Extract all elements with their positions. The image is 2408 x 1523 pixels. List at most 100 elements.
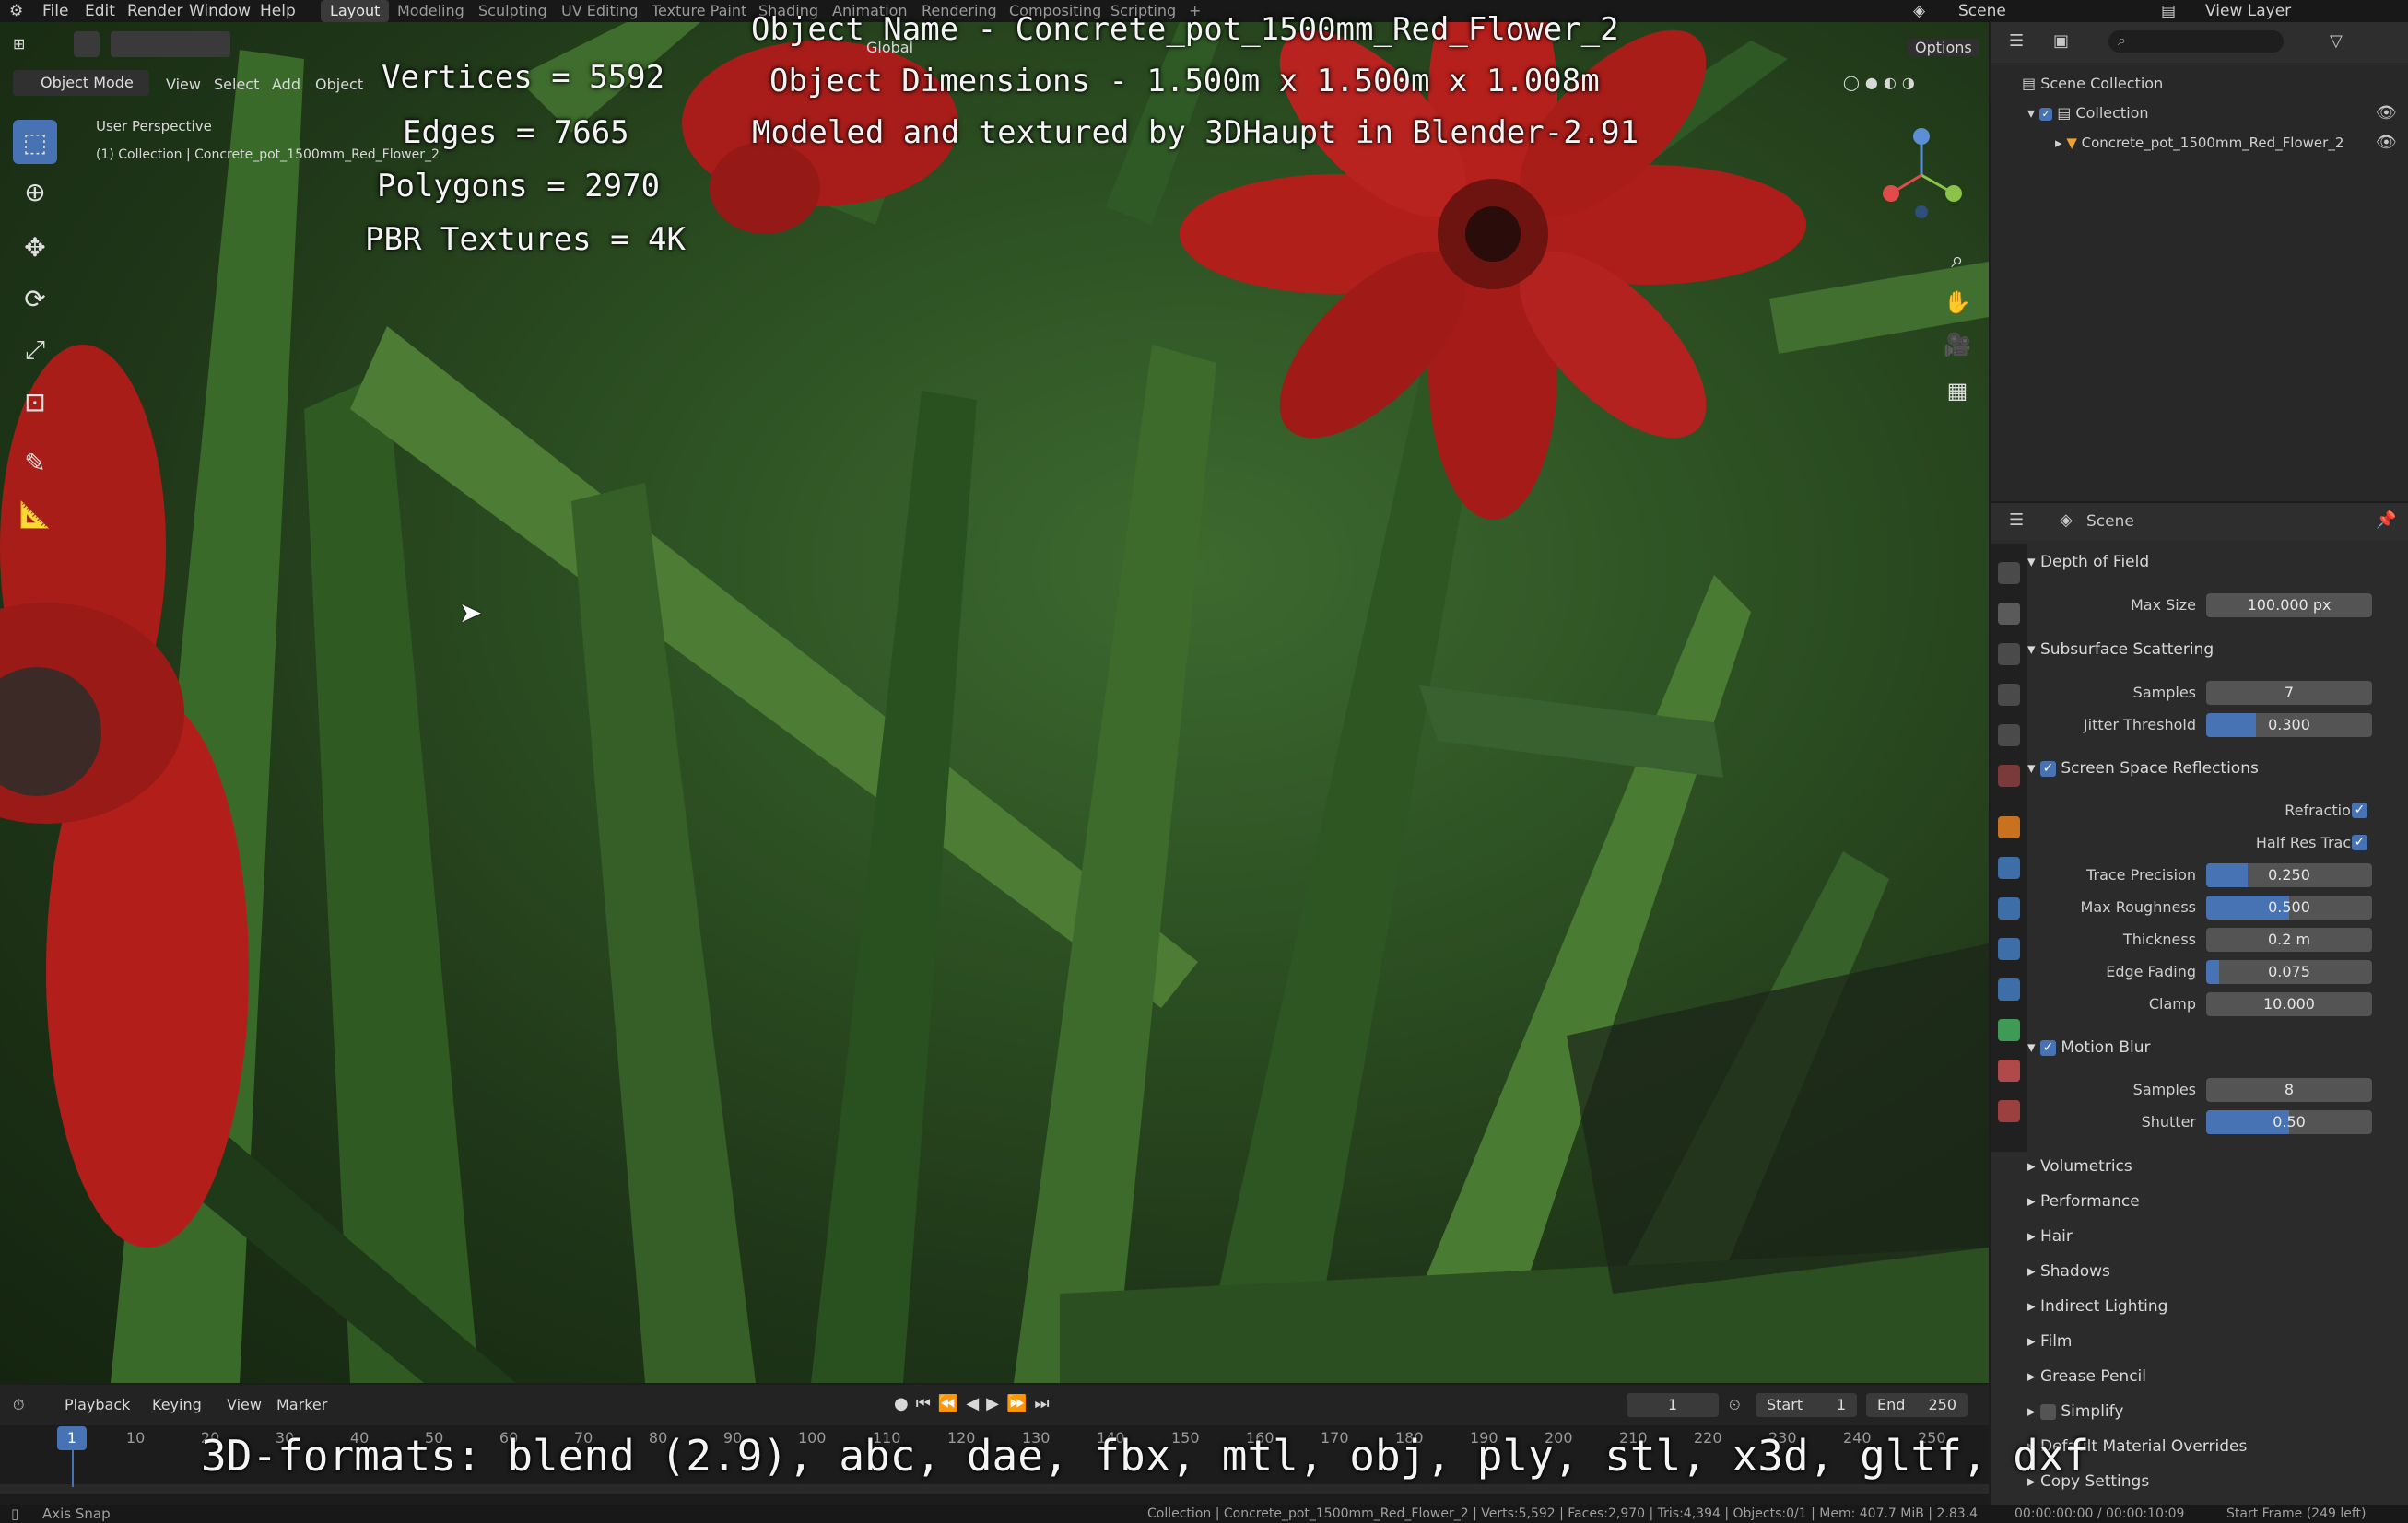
max-size-field[interactable]: 100.000 px [2206,593,2372,617]
view-layer-name[interactable]: View Layer [2205,0,2291,22]
section-subsurface-scattering[interactable]: ▾ Subsurface Scattering [2027,637,2214,662]
pan-hand-icon[interactable]: ✋ [1935,280,1979,324]
section-film[interactable]: ▸ Film [2027,1329,2073,1354]
section-motion-blur[interactable]: ▾ ✓ Motion Blur [2027,1035,2151,1060]
visibility-eye-icon[interactable]: 👁 [2376,133,2397,152]
edge-fading-slider[interactable]: 0.075 [2206,960,2372,984]
scene-icon[interactable]: ◈ [1913,0,1925,22]
mb-samples-field[interactable]: 8 [2206,1078,2372,1102]
object-tab-icon[interactable] [1998,816,2020,838]
tab-modeling[interactable]: Modeling [397,0,464,22]
editor-type-icon[interactable]: ⊞ [13,35,25,53]
object-mode-dropdown[interactable]: Object Mode [13,70,149,96]
refraction-checkbox[interactable]: ✓ [2352,803,2367,818]
collection-checkbox[interactable]: ✓ [2039,107,2053,121]
jitter-threshold-slider[interactable]: 0.300 [2206,713,2372,737]
section-simplify[interactable]: ▸ Simplify [2027,1399,2123,1424]
data-tab-icon[interactable] [1998,1019,2020,1041]
tool-tab-icon[interactable] [1998,562,2020,584]
rotate-tool-icon[interactable]: ⟳ [13,276,57,321]
camera-icon[interactable]: 🎥 [1935,322,1979,367]
output-tab-icon[interactable] [1998,643,2020,665]
section-screen-space-reflections[interactable]: ▾ ✓ Screen Space Reflections [2027,756,2259,781]
max-roughness-slider[interactable]: 0.500 [2206,896,2372,920]
clamp-field[interactable]: 10.000 [2206,992,2372,1016]
section-hair[interactable]: ▸ Hair [2027,1224,2073,1249]
outliner-search-input[interactable]: ⌕ [2108,30,2284,53]
material-tab-icon[interactable] [1998,1060,2020,1082]
physics-tab-icon[interactable] [1998,938,2020,960]
viewport-menu-select[interactable]: Select [214,76,259,93]
sss-samples-field[interactable]: 7 [2206,681,2372,705]
keying-menu[interactable]: Keying [152,1396,202,1413]
expand-arrow-icon[interactable]: ▸ [2055,135,2066,151]
menu-window[interactable]: Window [189,0,251,22]
move-tool-icon[interactable]: ✥ [13,225,57,269]
menu-help[interactable]: Help [260,0,296,22]
expand-arrow-icon[interactable]: ▾ [2027,104,2039,122]
timeline-editor-icon[interactable]: ⏱ [13,1396,24,1414]
tab-layout[interactable]: Layout [321,0,390,22]
section-volumetrics[interactable]: ▸ Volumetrics [2027,1154,2132,1179]
current-frame-field[interactable]: 1 [1627,1393,1719,1417]
modifier-tab-icon[interactable] [1998,857,2020,879]
menu-edit[interactable]: Edit [85,0,115,22]
section-indirect-lighting[interactable]: ▸ Indirect Lighting [2027,1294,2167,1319]
select-tool-icon[interactable]: ⬚ [13,120,57,164]
visibility-eye-icon[interactable]: 👁 [2376,103,2397,123]
outliner-row-object[interactable]: ▸ ▼ Concrete_pot_1500mm_Red_Flower_2 [1991,129,2343,157]
filter-icon[interactable]: ▽ [2330,31,2343,51]
section-depth-of-field[interactable]: ▾ Depth of Field [2027,549,2149,575]
tab-sculpting[interactable]: Sculpting [478,0,547,22]
section-shadows[interactable]: ▸ Shadows [2027,1259,2110,1284]
render-tab-icon[interactable] [1998,603,2020,625]
view-layer-tab-icon[interactable] [1998,684,2020,706]
viewport-menu-view[interactable]: View [166,76,201,93]
view-layer-icon[interactable]: ▤ [2161,0,2176,22]
display-mode-icon[interactable]: ▣ [2053,31,2069,51]
texture-tab-icon[interactable] [1998,1100,2020,1122]
end-frame-field[interactable]: End 250 [1866,1393,1968,1417]
menu-file[interactable]: File [42,0,68,22]
grid-icon[interactable]: ▦ [1935,369,1979,413]
options-dropdown[interactable]: Options [1908,39,1979,56]
particles-tab-icon[interactable] [1998,897,2020,920]
half-res-trace-checkbox[interactable]: ✓ [2352,835,2367,850]
simplify-checkbox[interactable] [2039,1403,2056,1420]
playback-controls-icons[interactable]: ●⏮⏪◀▶⏩⏭ [894,1394,1057,1413]
measure-tool-icon[interactable]: 📐 [13,492,57,536]
timeline-view-menu[interactable]: View [227,1396,262,1413]
preview-range-icon[interactable]: ⏲ [1729,1396,1740,1414]
zoom-icon[interactable]: ⌕ [1935,238,1979,282]
navigation-gizmo[interactable] [1880,120,1963,221]
scale-tool-icon[interactable]: ⤢ [13,328,57,372]
viewport-menu-add[interactable]: Add [272,76,300,93]
outliner-row-scene-collection[interactable]: ▤ Scene Collection [1991,70,2163,98]
shading-mode-icons[interactable]: ◯●◐◑ [1843,74,1921,91]
thickness-field[interactable]: 0.2 m [2206,928,2372,952]
playhead-frame-indicator[interactable]: 1 [57,1426,87,1450]
world-tab-icon[interactable] [1998,765,2020,787]
tab-texture-paint[interactable]: Texture Paint [652,0,746,22]
section-performance[interactable]: ▸ Performance [2027,1189,2140,1214]
tab-uv-editing[interactable]: UV Editing [561,0,638,22]
start-frame-field[interactable]: Start 1 [1756,1393,1857,1417]
annotate-tool-icon[interactable]: ✎ [13,440,57,485]
motion-blur-checkbox[interactable]: ✓ [2039,1039,2056,1056]
timeline-scrollbar[interactable] [0,1484,1989,1494]
cursor-tool-icon[interactable]: ⊕ [13,170,57,214]
constraints-tab-icon[interactable] [1998,978,2020,1001]
select-mode-buttons[interactable] [111,31,230,57]
trace-precision-slider[interactable]: 0.250 [2206,863,2372,887]
ssr-enable-checkbox[interactable]: ✓ [2039,760,2056,777]
scene-name[interactable]: Scene [1958,0,2006,22]
transform-tool-icon[interactable]: ⊡ [13,380,57,424]
section-grease-pencil[interactable]: ▸ Grease Pencil [2027,1364,2146,1389]
menu-render[interactable]: Render [127,0,183,22]
pin-icon[interactable]: 📌 [2376,510,2396,530]
outliner-type-icon[interactable]: ☰ [2009,31,2024,51]
outliner-row-collection[interactable]: ▾ ✓ ▤ Collection [1991,100,2149,127]
properties-type-icon[interactable]: ☰ [2009,510,2024,530]
blender-logo-icon[interactable]: ⚙ [9,0,23,22]
marker-menu[interactable]: Marker [276,1396,327,1413]
